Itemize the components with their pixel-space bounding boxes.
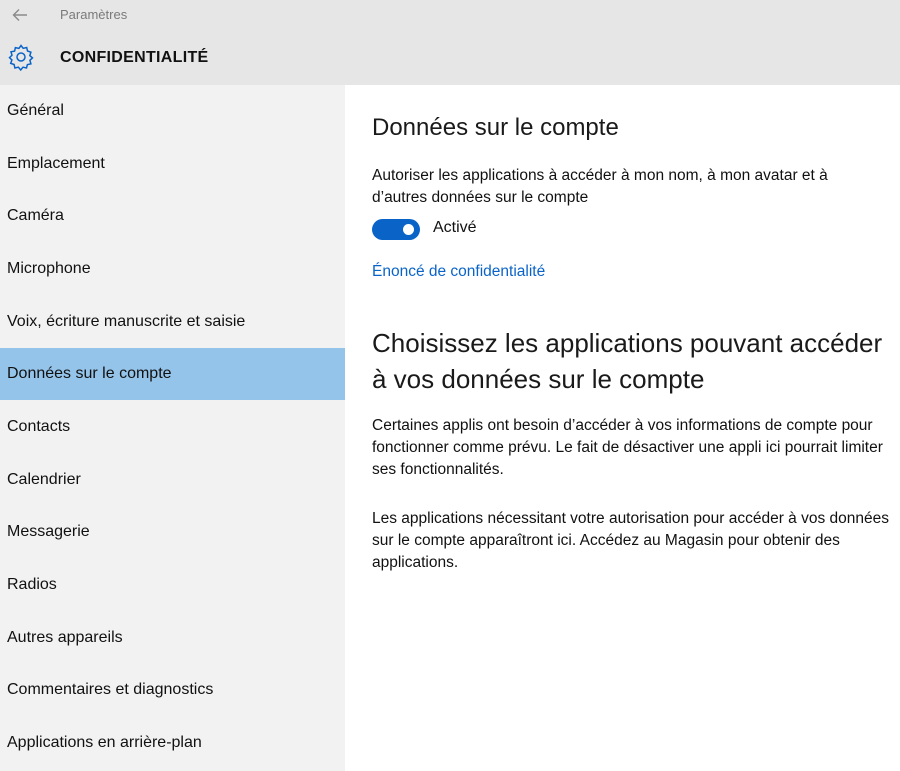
sidebar-item-camera[interactable]: Caméra [0,190,345,242]
sidebar-item-calendar[interactable]: Calendrier [0,454,345,506]
sidebar-item-general[interactable]: Général [0,85,345,137]
sidebar-item-location[interactable]: Emplacement [0,138,345,190]
sidebar-item-background-apps[interactable]: Applications en arrière-plan [0,717,345,769]
sidebar-item-other-devices[interactable]: Autres appareils [0,612,345,664]
app-title: Paramètres [60,7,128,22]
main-content: Données sur le compte Autoriser les appl… [345,85,900,771]
gear-icon [8,44,34,71]
apps-heading: Choisissez les applications pouvant accé… [372,328,883,394]
title-bar: Paramètres [0,0,900,30]
toggle-state-label: Activé [433,219,477,236]
sidebar-item-account-info[interactable]: Données sur le compte [0,348,345,400]
sidebar-item-feedback[interactable]: Commentaires et diagnostics [0,664,345,716]
privacy-statement-link[interactable]: Énoncé de confidentialité [372,263,545,281]
sidebar-item-speech[interactable]: Voix, écriture manuscrite et saisie [0,296,345,348]
page-header: CONFIDENTIALITÉ [0,30,900,85]
sidebar: Général Emplacement Caméra Microphone Vo… [0,85,345,771]
apps-empty-paragraph: Les applications nécessitant votre autor… [372,510,889,571]
apps-info-paragraph: Certaines applis ont besoin d’accéder à … [372,417,883,478]
section-title: CONFIDENTIALITÉ [60,49,209,66]
sidebar-item-contacts[interactable]: Contacts [0,401,345,453]
sidebar-item-radios[interactable]: Radios [0,559,345,611]
toggle-knob [403,224,414,235]
page-heading: Données sur le compte [372,114,619,141]
sidebar-item-messaging[interactable]: Messagerie [0,506,345,558]
sidebar-item-microphone[interactable]: Microphone [0,243,345,295]
setting-description: Autoriser les applications à accéder à m… [372,167,828,206]
account-info-toggle[interactable] [372,219,420,240]
back-button[interactable] [6,2,34,28]
back-arrow-icon [12,9,27,21]
